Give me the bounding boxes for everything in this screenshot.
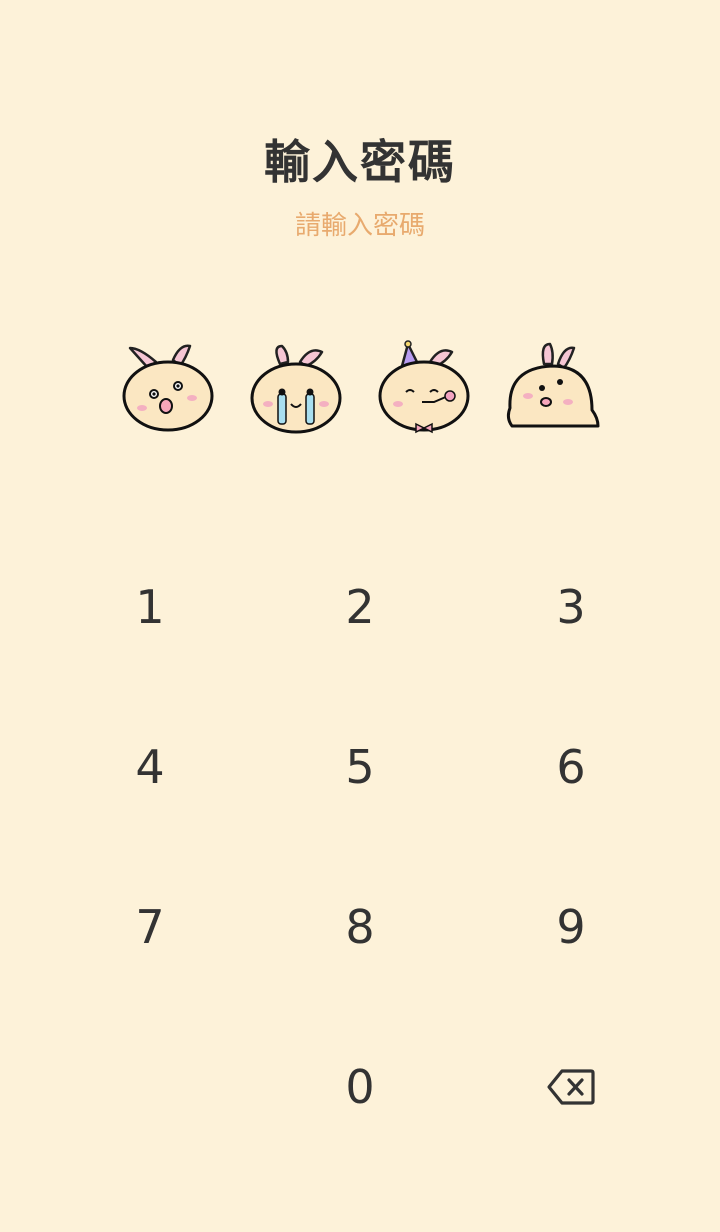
- key-6[interactable]: 6: [491, 687, 651, 847]
- bunny-melting-icon: [502, 338, 602, 438]
- key-3[interactable]: 3: [491, 527, 651, 687]
- key-8[interactable]: 8: [280, 847, 440, 1007]
- key-2[interactable]: 2: [280, 527, 440, 687]
- key-1[interactable]: 1: [70, 527, 230, 687]
- key-4[interactable]: 4: [70, 687, 230, 847]
- key-5[interactable]: 5: [280, 687, 440, 847]
- backspace-button[interactable]: [491, 1007, 651, 1167]
- passcode-indicators: [0, 338, 720, 438]
- bunny-party-icon: [374, 338, 474, 438]
- page-title: 輸入密碼: [264, 135, 456, 189]
- key-9[interactable]: 9: [491, 847, 651, 1007]
- backspace-icon: [547, 1069, 595, 1105]
- bunny-crying-icon: [246, 338, 346, 438]
- bunny-tongue-icon: [118, 338, 218, 438]
- key-0[interactable]: 0: [280, 1007, 440, 1167]
- page-subtitle: 請輸入密碼: [294, 211, 425, 241]
- key-7[interactable]: 7: [70, 847, 230, 1007]
